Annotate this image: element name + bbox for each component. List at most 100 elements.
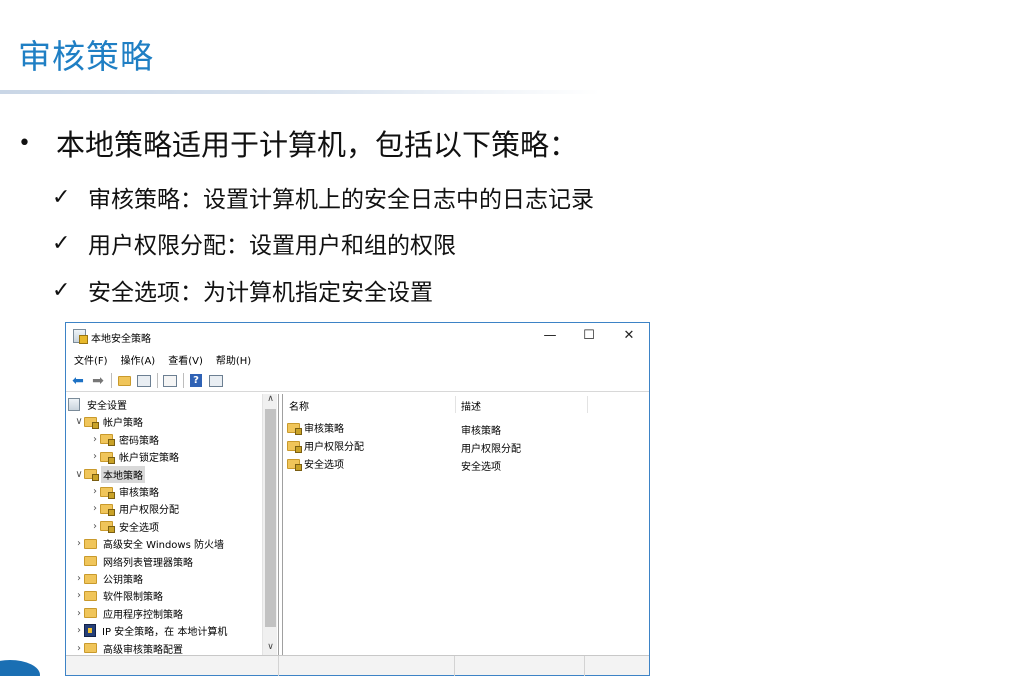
tree-item[interactable]: › 高级审核策略配置: [74, 640, 185, 656]
menu-help[interactable]: 帮助(H): [216, 352, 251, 367]
tree-item-label: IP 安全策略，在 本地计算机: [102, 627, 228, 639]
minimize-button[interactable]: —: [530, 323, 570, 349]
check-icon: ✓: [52, 184, 71, 210]
main-bullet: • 本地策略适用于计算机，包括以下策略：: [18, 122, 578, 164]
folder-icon: [84, 538, 97, 549]
title-rule: [0, 90, 600, 94]
folder-icon: [84, 608, 97, 619]
tree-item[interactable]: › 应用程序控制策略: [74, 605, 185, 622]
sort-caret-icon: ^: [367, 394, 375, 401]
status-bar: [66, 655, 649, 676]
main-bullet-text: 本地策略适用于计算机，包括以下策略：: [56, 128, 579, 162]
security-settings-icon: [68, 398, 80, 411]
list-item-name: 审核策略: [304, 424, 344, 435]
expand-chevron-icon[interactable]: ›: [74, 573, 84, 584]
menu-file[interactable]: 文件(F): [74, 352, 108, 367]
toolbar-separator: [183, 373, 184, 388]
tree-item-label: 安全选项: [119, 522, 159, 534]
tree-item[interactable]: › 软件限制策略: [74, 587, 165, 604]
collapse-chevron-icon[interactable]: ∨: [74, 469, 84, 480]
scroll-up-icon[interactable]: ∧: [263, 394, 278, 408]
tree-item[interactable]: › 高级安全 Windows 防火墙: [74, 535, 226, 552]
toolbar-separator: [111, 373, 112, 388]
sub-bullet-security: ✓ 安全选项：为计算机指定安全设置: [52, 273, 433, 307]
tree-item-label: 网络列表管理器策略: [103, 557, 193, 569]
expand-chevron-icon[interactable]: ›: [90, 451, 100, 462]
sub-bullet-text: 用户权限分配：设置用户和组的权限: [88, 233, 456, 259]
tree-item[interactable]: › 安全选项: [90, 518, 161, 535]
tree-item[interactable]: › 审核策略: [90, 483, 161, 500]
folder-icon: [84, 573, 97, 584]
folder-icon: [84, 590, 97, 601]
properties-icon[interactable]: [208, 374, 224, 388]
maximize-button[interactable]: ☐: [569, 323, 609, 349]
expand-chevron-icon[interactable]: ›: [74, 608, 84, 619]
tree-item[interactable]: › 帐户锁定策略: [90, 448, 181, 465]
column-divider[interactable]: [587, 396, 588, 413]
list-item-description: 审核策略: [461, 426, 501, 437]
tree-item-label: 安全设置: [87, 401, 127, 412]
list-item[interactable]: 用户权限分配: [287, 437, 364, 454]
policy-folder-icon: [287, 440, 302, 453]
expand-chevron-icon[interactable]: ›: [74, 538, 84, 549]
policy-folder-icon: [100, 434, 115, 447]
tree-item[interactable]: › 公钥策略: [74, 570, 145, 587]
policy-folder-icon: [287, 422, 302, 435]
slide-title: 审核策略: [18, 37, 154, 76]
tree-item[interactable]: ∨ 本地策略: [74, 465, 145, 483]
local-security-policy-window: 本地安全策略 — ☐ ✕ 文件(F) 操作(A) 查看(V) 帮助(H) ⬅ ➡…: [65, 322, 650, 676]
tree-item-label: 高级安全 Windows 防火墙: [103, 540, 224, 552]
expand-chevron-icon[interactable]: ›: [90, 486, 100, 497]
scroll-down-icon[interactable]: ∨: [263, 642, 278, 656]
policy-folder-icon: [100, 503, 115, 516]
toolbar: ⬅ ➡ ?: [66, 370, 649, 392]
list-item-name: 安全选项: [304, 460, 344, 471]
export-list-icon[interactable]: [162, 374, 178, 388]
tree-item-label: 用户权限分配: [119, 505, 179, 517]
check-icon: ✓: [52, 230, 71, 256]
tree-item-label: 密码策略: [119, 435, 159, 447]
expand-chevron-icon[interactable]: ›: [74, 643, 84, 654]
sub-bullet-text: 审核策略：设置计算机上的安全日志中的日志记录: [88, 187, 594, 213]
tree-item[interactable]: 安全设置: [68, 396, 129, 413]
column-header-name[interactable]: 名称: [289, 398, 309, 413]
tree-item[interactable]: ∨ 帐户策略: [74, 413, 145, 430]
status-segment: [66, 656, 279, 676]
sub-bullet-audit: ✓ 审核策略：设置计算机上的安全日志中的日志记录: [52, 180, 594, 214]
tree-scrollbar[interactable]: ∧ ∨: [262, 394, 277, 656]
tree-item-label: 本地策略: [101, 465, 145, 483]
policy-folder-icon: [84, 416, 99, 429]
list-item-description: 安全选项: [461, 462, 501, 473]
expand-chevron-icon[interactable]: ›: [74, 625, 84, 636]
back-arrow-icon[interactable]: ⬅: [70, 373, 86, 389]
menu-action[interactable]: 操作(A): [121, 352, 156, 367]
tree-item-label: 公钥策略: [103, 575, 143, 586]
window-titlebar[interactable]: 本地安全策略 — ☐ ✕: [66, 323, 649, 349]
close-button[interactable]: ✕: [609, 323, 649, 349]
help-icon[interactable]: ?: [188, 374, 204, 388]
policy-folder-icon: [100, 521, 115, 534]
forward-arrow-icon[interactable]: ➡: [90, 373, 106, 389]
tree-item[interactable]: › 用户权限分配: [90, 500, 181, 517]
tree-item[interactable]: 网络列表管理器策略: [74, 553, 195, 570]
collapse-chevron-icon[interactable]: ∨: [74, 416, 84, 427]
sub-bullet-rights: ✓ 用户权限分配：设置用户和组的权限: [52, 226, 456, 260]
tree-item[interactable]: › 密码策略: [90, 431, 161, 448]
expand-chevron-icon[interactable]: ›: [74, 590, 84, 601]
up-folder-icon[interactable]: [116, 374, 132, 388]
list-item[interactable]: 安全选项: [287, 455, 344, 472]
column-header-description[interactable]: 描述: [461, 398, 481, 413]
show-tree-icon[interactable]: [136, 374, 152, 388]
expand-chevron-icon[interactable]: ›: [90, 503, 100, 514]
tree-item-label: 帐户锁定策略: [119, 453, 179, 465]
list-item[interactable]: 审核策略: [287, 419, 344, 436]
window-title: 本地安全策略: [91, 334, 151, 345]
scroll-thumb[interactable]: [265, 409, 276, 627]
menu-view[interactable]: 查看(V): [168, 352, 203, 367]
tree-item[interactable]: › IP 安全策略，在 本地计算机: [74, 622, 229, 639]
column-divider[interactable]: [455, 396, 456, 413]
folder-icon: [84, 556, 97, 567]
expand-chevron-icon[interactable]: ›: [90, 521, 100, 532]
tree-item-label: 帐户策略: [103, 418, 143, 430]
expand-chevron-icon[interactable]: ›: [90, 434, 100, 445]
